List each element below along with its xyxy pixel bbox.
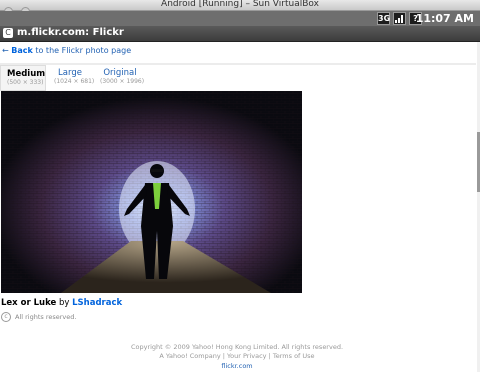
signal-icon [393, 12, 406, 25]
size-name: Large [58, 68, 82, 78]
footer-link-privacy[interactable]: Your Privacy [227, 352, 266, 360]
footer-link-yahoo[interactable]: A Yahoo! Company [159, 352, 220, 360]
copyright-icon: c [1, 312, 11, 322]
size-dimensions: (3000 × 1996) [100, 78, 145, 85]
photo-title: Lex or Luke [1, 298, 57, 308]
footer-link-terms[interactable]: Terms of Use [273, 352, 315, 360]
browser-title-bar[interactable]: C m.flickr.com: Flickr [0, 26, 480, 42]
size-tab-medium[interactable]: Medium (500 × 333) [0, 65, 46, 91]
photo-caption: Lex or Luke by LShadrack [1, 298, 122, 308]
rights-notice: c All rights reserved. [1, 312, 76, 322]
size-name: Original [103, 68, 137, 78]
size-tab-original[interactable]: Original (3000 × 1996) [94, 65, 146, 91]
footer-site-link[interactable]: flickr.com [0, 362, 474, 370]
back-link-text: to the Flickr photo page [35, 46, 132, 55]
size-dimensions: (1024 × 681) [54, 78, 95, 85]
back-link[interactable]: ← Back to the Flickr photo page [2, 46, 131, 55]
footer-links: A Yahoo! Company | Your Privacy | Terms … [0, 352, 474, 360]
photo-image[interactable] [1, 91, 302, 293]
window-titlebar: Android [Running] – Sun VirtualBox [0, 0, 480, 16]
footer-separator: | [268, 352, 271, 360]
window-title: Android [Running] – Sun VirtualBox [161, 0, 319, 9]
by-text: by [58, 298, 70, 308]
back-link-bold: Back [11, 46, 33, 55]
back-arrow-icon: ← [2, 46, 9, 55]
rights-text: All rights reserved. [15, 313, 77, 321]
size-name: Medium [7, 69, 46, 79]
owner-link[interactable]: LShadrack [72, 298, 122, 308]
size-tab-large[interactable]: Large (1024 × 681) [48, 65, 95, 91]
page-favicon-icon: C [3, 28, 13, 38]
3g-icon: 3G [377, 12, 391, 25]
android-status-bar: 3G ? 11:07 AM [0, 11, 480, 26]
footer-copyright: Copyright © 2009 Yahoo! Hong Kong Limite… [130, 343, 344, 351]
size-dimensions: (500 × 333) [7, 79, 44, 86]
page-title: m.flickr.com: Flickr [17, 27, 124, 38]
footer-separator: | [222, 352, 225, 360]
status-clock: 11:07 AM [415, 12, 474, 25]
